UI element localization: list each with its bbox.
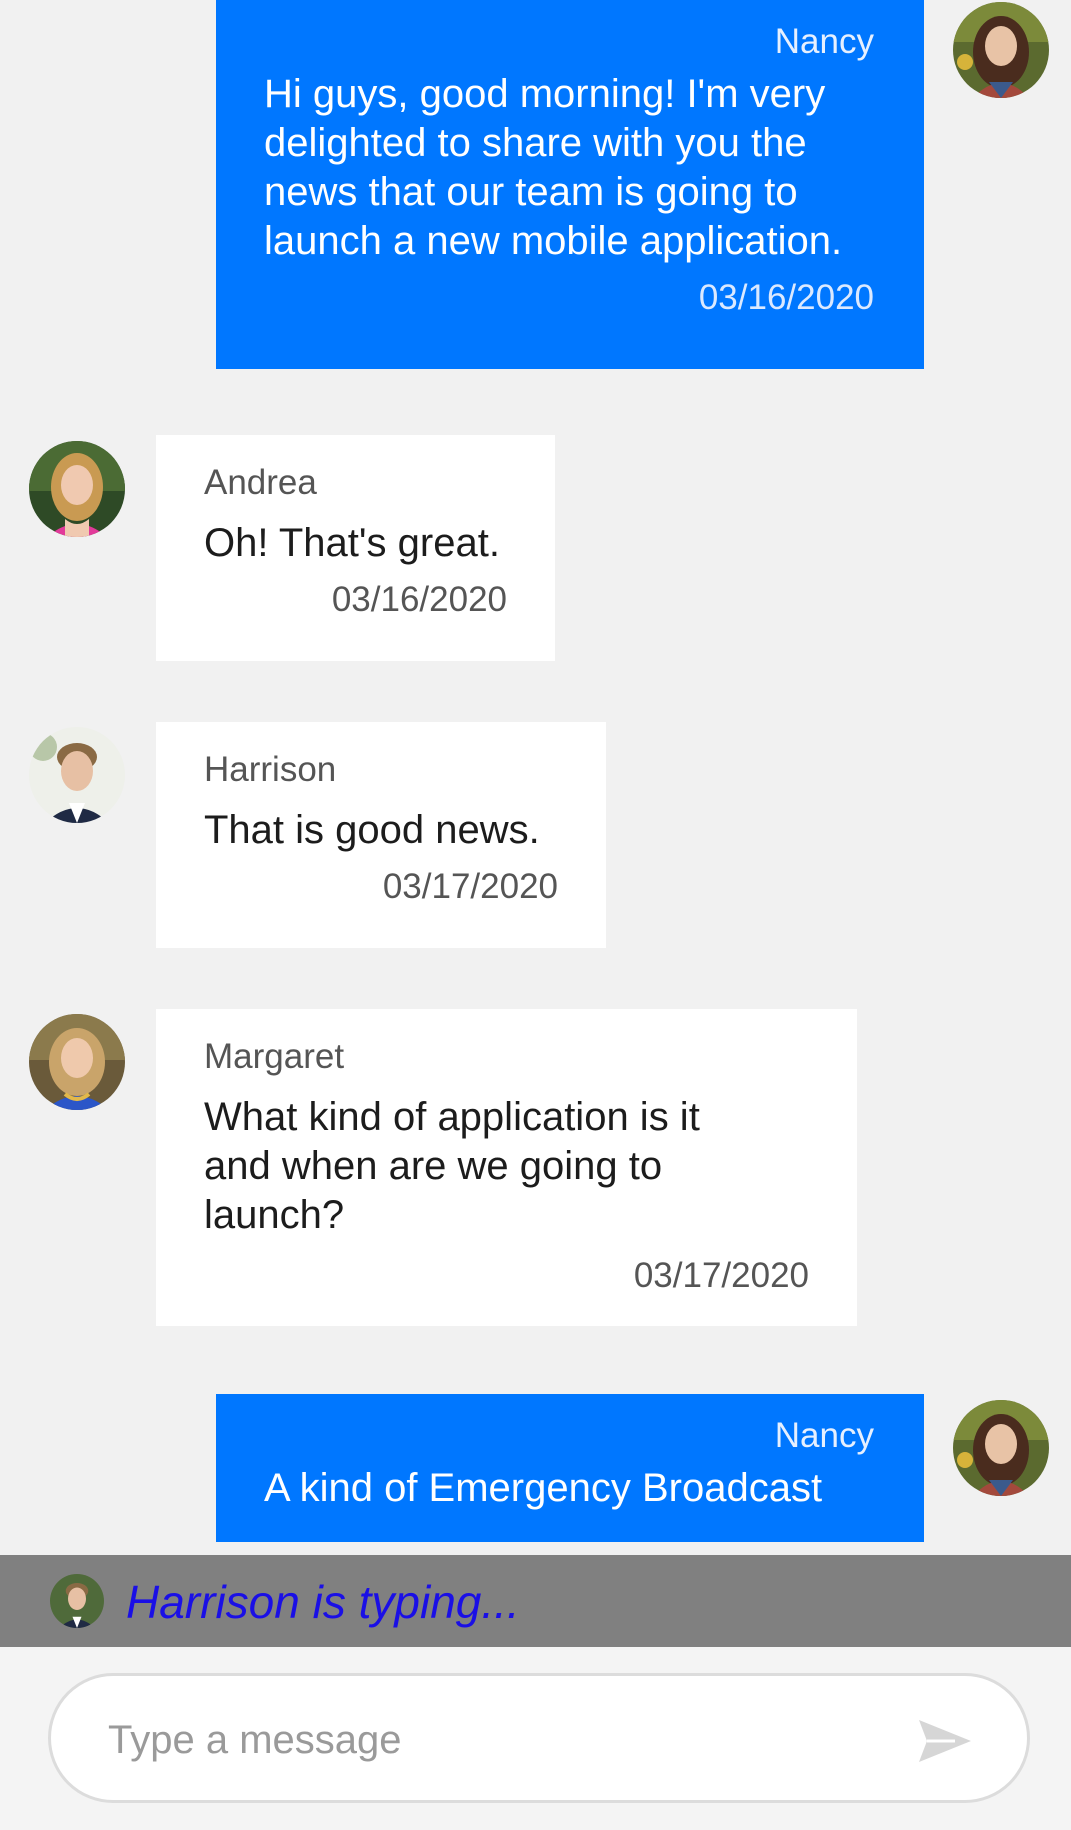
message-bubble-incoming[interactable]: Margaret What kind of application is it … [156, 1009, 857, 1326]
message-text: A kind of Emergency Broadcast [264, 1466, 823, 1510]
avatar-nancy[interactable] [953, 2, 1049, 98]
message-sender: Margaret [204, 1037, 345, 1076]
message-date: 03/16/2020 [331, 580, 507, 619]
send-icon [915, 1720, 975, 1770]
message-text: Oh! That's great. [204, 521, 500, 565]
avatar-harrison[interactable] [29, 727, 125, 823]
typing-indicator-text: Harrison is typing... [126, 1576, 520, 1628]
message-text: That is good news. [204, 808, 540, 852]
message-text: What kind of application is it and when … [204, 1095, 700, 1237]
message-bubble-outgoing[interactable]: Nancy A kind of Emergency Broadcast [216, 1394, 924, 1542]
avatar-nancy[interactable] [953, 1400, 1049, 1496]
message-sender: Andrea [204, 463, 317, 502]
message-input-container[interactable] [48, 1673, 1030, 1803]
message-sender: Nancy [774, 1416, 874, 1455]
typing-indicator-bar: Harrison is typing... [0, 1555, 1071, 1647]
send-button[interactable] [915, 1716, 975, 1766]
message-input[interactable] [106, 1704, 890, 1776]
message-list[interactable]: Nancy Hi guys, good morning! I'm very de… [0, 0, 1071, 1555]
avatar-margaret[interactable] [29, 1014, 125, 1110]
message-sender: Nancy [774, 22, 874, 61]
chat-screen: Nancy Hi guys, good morning! I'm very de… [0, 0, 1071, 1830]
message-bubble-incoming[interactable]: Harrison That is good news. 03/17/2020 [156, 722, 606, 948]
typing-user-avatar [50, 1574, 104, 1628]
message-date: 03/17/2020 [633, 1256, 809, 1295]
avatar-andrea[interactable] [29, 441, 125, 537]
message-composer [0, 1647, 1071, 1830]
message-bubble-outgoing[interactable]: Nancy Hi guys, good morning! I'm very de… [216, 0, 924, 369]
message-sender: Harrison [204, 750, 337, 789]
message-text: Hi guys, good morning! I'm very delighte… [264, 72, 843, 263]
message-date: 03/17/2020 [382, 867, 558, 906]
message-bubble-incoming[interactable]: Andrea Oh! That's great. 03/16/2020 [156, 435, 555, 661]
message-date: 03/16/2020 [698, 278, 874, 317]
